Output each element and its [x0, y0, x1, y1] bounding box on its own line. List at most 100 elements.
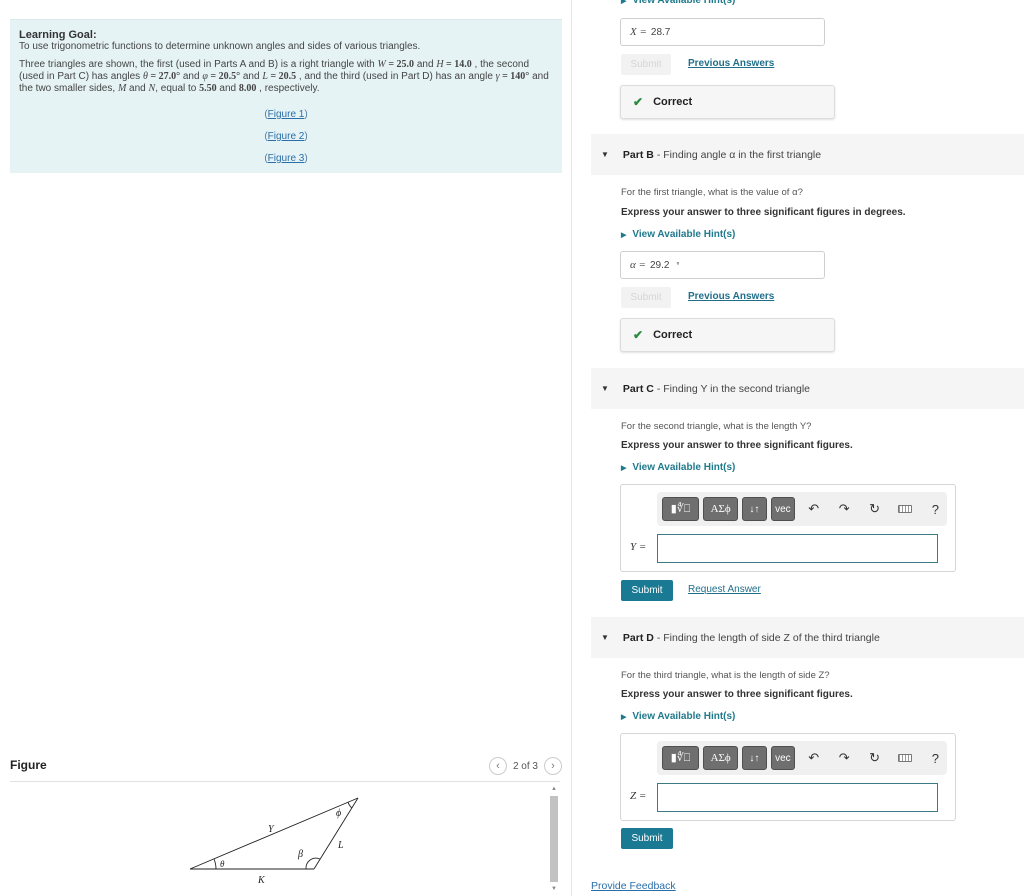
- variable-label: Y =: [630, 541, 647, 553]
- desc-text: and: [240, 71, 263, 82]
- answer-unit: °: [676, 260, 680, 270]
- part-b-submit-button[interactable]: Submit: [621, 287, 671, 308]
- val-l: = 20.5: [267, 71, 297, 82]
- part-c-instruction: Express your answer to three significant…: [621, 440, 853, 451]
- part-d-submit-button[interactable]: Submit: [621, 828, 673, 849]
- desc-text: Three triangles are shown, the first (us…: [19, 59, 378, 70]
- vector-button[interactable]: vec: [770, 746, 796, 770]
- help-button[interactable]: ?: [924, 746, 947, 770]
- answer-variable-label: α =: [630, 259, 646, 271]
- part-c-answer-input[interactable]: [657, 534, 938, 563]
- part-a-feedback: ✔ Correct: [620, 85, 835, 119]
- desc-text: and: [180, 71, 203, 82]
- val-w: = 25.0: [385, 59, 415, 70]
- figure-header-divider: [10, 781, 560, 782]
- variable-label: Z =: [630, 790, 647, 802]
- part-b-header[interactable]: ▼ Part B - Finding angle α in the first …: [591, 134, 1024, 175]
- part-c-question: For the second triangle, what is the len…: [621, 421, 812, 432]
- theta-arc: [213, 858, 217, 870]
- part-description: - Finding angle α in the first triangle: [656, 148, 822, 161]
- part-c-header[interactable]: ▼ Part C - Finding Y in the second trian…: [591, 368, 1024, 409]
- templates-button[interactable]: ▮∜⎕: [662, 746, 700, 770]
- desc-text: , respectively.: [256, 83, 320, 94]
- arrows-button[interactable]: ↓↑: [742, 746, 767, 770]
- label-theta: θ: [220, 859, 225, 869]
- caret-right-icon: ▶: [621, 0, 627, 5]
- redo-icon[interactable]: ↷: [832, 746, 855, 770]
- figure-1-link[interactable]: Figure 1: [268, 109, 305, 120]
- scroll-down-icon[interactable]: ▼: [549, 884, 559, 894]
- val-h: = 14.0: [443, 59, 472, 70]
- side-y: [189, 797, 359, 870]
- hint-label: View Available Hint(s): [632, 711, 736, 722]
- greek-symbols-button[interactable]: ΑΣϕ: [703, 746, 739, 770]
- hint-label: View Available Hint(s): [632, 229, 736, 240]
- caret-right-icon: ▶: [621, 713, 627, 721]
- part-b-instruction: Express your answer to three significant…: [621, 207, 906, 218]
- part-a-hint-toggle[interactable]: ▶ View Available Hint(s): [621, 0, 735, 6]
- figure-link-1[interactable]: (Figure 1): [19, 104, 553, 126]
- part-b-question: For the first triangle, what is the valu…: [621, 187, 803, 198]
- part-d-question: For the third triangle, what is the leng…: [621, 670, 830, 681]
- desc-text: and: [414, 59, 437, 70]
- scroll-up-icon[interactable]: ▲: [549, 784, 559, 794]
- figure-link-3[interactable]: (Figure 3): [19, 148, 553, 170]
- math-toolbar: ▮∜⎕ ΑΣϕ ↓↑ vec ↶ ↷ ↻ ?: [657, 492, 947, 526]
- vector-button[interactable]: vec: [770, 497, 796, 521]
- next-figure-button[interactable]: ›: [544, 757, 562, 775]
- figure-link-2[interactable]: (Figure 2): [19, 126, 553, 148]
- figure-scrollbar[interactable]: ▲ ▼: [549, 784, 559, 896]
- caret-down-icon: ▼: [601, 384, 609, 393]
- undo-icon[interactable]: ↶: [802, 746, 825, 770]
- figure-2-link[interactable]: Figure 2: [268, 131, 305, 142]
- provide-feedback-link[interactable]: Provide Feedback: [591, 880, 676, 892]
- reset-icon[interactable]: ↻: [863, 746, 886, 770]
- val-n: 8.00: [238, 83, 257, 94]
- part-b-previous-answers-link[interactable]: Previous Answers: [688, 291, 774, 302]
- part-b-hint-toggle[interactable]: ▶ View Available Hint(s): [621, 229, 735, 240]
- help-button[interactable]: ?: [924, 497, 947, 521]
- desc-text: , equal to: [155, 83, 200, 94]
- part-d-answer-input[interactable]: [657, 783, 938, 812]
- part-a-submit-button[interactable]: Submit: [621, 54, 671, 75]
- arrows-button[interactable]: ↓↑: [742, 497, 767, 521]
- answer-value: 29.2: [649, 259, 670, 271]
- greek-symbols-button[interactable]: ΑΣϕ: [703, 497, 739, 521]
- part-d-header[interactable]: ▼ Part D - Finding the length of side Z …: [591, 617, 1024, 658]
- request-answer-link[interactable]: Request Answer: [688, 584, 761, 595]
- previous-figure-button[interactable]: ‹: [488, 757, 507, 775]
- part-d-math-input: ▮∜⎕ ΑΣϕ ↓↑ vec ↶ ↷ ↻ ? Z =: [620, 733, 956, 821]
- part-c-math-input: ▮∜⎕ ΑΣϕ ↓↑ vec ↶ ↷ ↻ ? Y =: [620, 484, 956, 572]
- desc-text: and: [216, 83, 239, 94]
- learning-goal-text: To use trigonometric functions to determ…: [19, 41, 421, 52]
- figure-3-link[interactable]: Figure 3: [268, 153, 305, 164]
- figure-pager: ‹ 2 of 3 ›: [488, 757, 562, 775]
- part-d-hint-toggle[interactable]: ▶ View Available Hint(s): [621, 711, 735, 722]
- scrollbar-thumb[interactable]: [550, 796, 558, 882]
- label-phi: ϕ: [336, 808, 341, 819]
- part-name: Part B: [622, 148, 654, 161]
- answer-value: 28.7: [650, 26, 671, 38]
- redo-icon[interactable]: ↷: [832, 497, 855, 521]
- figure-panel: Figure ‹ 2 of 3 › Y ϕ L β θ K ▲ ▼: [10, 752, 562, 896]
- hint-label: View Available Hint(s): [632, 0, 736, 6]
- undo-icon[interactable]: ↶: [802, 497, 825, 521]
- figure-links: (Figure 1) (Figure 2) (Figure 3): [19, 104, 553, 170]
- val-gamma: = 140°: [499, 71, 530, 82]
- caret-right-icon: ▶: [621, 464, 627, 472]
- triangle-figure: Y ϕ L β θ K: [189, 797, 359, 886]
- part-c-hint-toggle[interactable]: ▶ View Available Hint(s): [621, 462, 735, 473]
- reset-icon[interactable]: ↻: [863, 497, 886, 521]
- keyboard-icon[interactable]: [893, 497, 916, 521]
- part-c-submit-button[interactable]: Submit: [621, 580, 673, 601]
- keyboard-icon[interactable]: [893, 746, 916, 770]
- part-d-instruction: Express your answer to three significant…: [621, 689, 853, 700]
- templates-button[interactable]: ▮∜⎕: [662, 497, 700, 521]
- part-description: - Finding the length of side Z of the th…: [656, 631, 880, 644]
- learning-goal-title: Learning Goal:: [19, 29, 97, 41]
- caret-down-icon: ▼: [601, 633, 609, 642]
- checkmark-icon: ✔: [633, 95, 644, 109]
- var-w: W: [377, 59, 386, 70]
- part-a-previous-answers-link[interactable]: Previous Answers: [688, 58, 774, 69]
- problem-description: Three triangles are shown, the first (us…: [19, 59, 553, 95]
